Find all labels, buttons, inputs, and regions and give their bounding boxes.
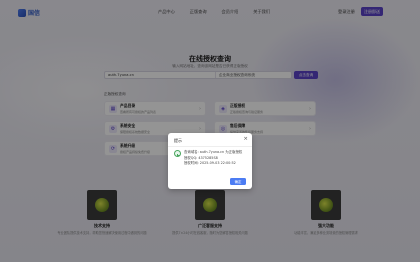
check-circle-icon [174,150,181,157]
result-time-line: 授权时间: 2025-09-03 22:00:52 [184,161,236,166]
result-domain-line: 查询域名: auth.7yuna.cn 为正版授权 [184,150,243,154]
dialog-body: 查询域名: auth.7yuna.cn 为正版授权 授权QQ: 4375285S… [184,150,248,167]
modal-overlay[interactable] [0,0,420,262]
divider [168,146,252,147]
result-dialog: 提示 × 查询域名: auth.7yuna.cn 为正版授权 授权QQ: 437… [168,133,252,189]
dialog-title: 提示 [174,138,182,143]
close-icon[interactable]: × [243,136,248,142]
confirm-button[interactable]: 确定 [230,178,246,185]
